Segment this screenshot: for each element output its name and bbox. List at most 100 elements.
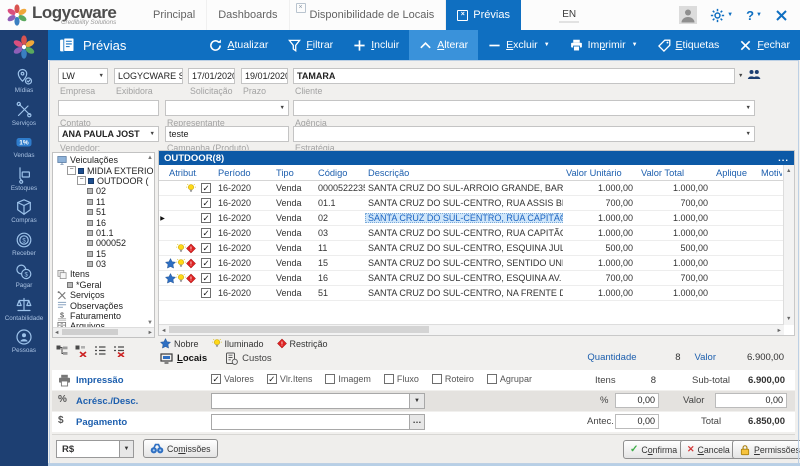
window-close-button[interactable] [775, 9, 788, 22]
column-header[interactable]: Valor Unitário [563, 168, 638, 178]
language-selector[interactable]: EN [559, 8, 579, 23]
tree-expander-icon[interactable]: − [77, 176, 86, 185]
tree-node[interactable]: 16 [55, 217, 154, 227]
column-header[interactable]: Atribut... [166, 168, 197, 178]
tree-node[interactable]: Itens [55, 269, 154, 279]
checkbox[interactable]: ✓ [201, 288, 211, 298]
tree-tool-expand-icon[interactable] [56, 345, 68, 357]
tree-node[interactable]: 51 [55, 207, 154, 217]
checkbox[interactable] [432, 374, 442, 384]
tree-tool-list-icon[interactable] [94, 345, 106, 357]
scroll-left-icon[interactable]: ◄ [54, 329, 59, 337]
tree-node[interactable]: −OUTDOOR ( [55, 176, 154, 186]
cancela-button[interactable]: ✕Cancela [680, 440, 737, 459]
confirma-button[interactable]: ✓Confirma [623, 440, 684, 459]
column-header[interactable]: Valor Total [638, 168, 713, 178]
scroll-right-icon[interactable]: ► [777, 327, 782, 335]
sidebar-item-receber[interactable]: $Receber [5, 231, 44, 257]
toolbar-button-fechar[interactable]: Fechar [729, 30, 800, 60]
toolbar-button-incluir[interactable]: Incluir [343, 30, 409, 60]
currency-select[interactable]: R$ ▼ [56, 440, 134, 458]
column-header[interactable]: Motiv [758, 168, 782, 178]
tree-node[interactable]: Observações [55, 300, 154, 310]
detail-tab-custos[interactable]: Custos [225, 352, 272, 365]
toolbar-button-filtrar[interactable]: Filtrar [278, 30, 343, 60]
checkbox[interactable] [325, 374, 335, 384]
cell-descricao[interactable]: SANTA CRUZ DO SUL-CENTRO, ESQUINA AV. JO… [365, 273, 563, 283]
checkbox[interactable]: ✓ [201, 273, 211, 283]
chevron-down-icon[interactable]: ▼ [409, 394, 424, 408]
window-tab-0[interactable]: Principal [142, 0, 207, 30]
ellipsis-button[interactable]: … [409, 415, 424, 429]
sidebar-item-contabilidade[interactable]: Contabilidade [5, 296, 44, 322]
scroll-right-icon[interactable]: ► [148, 329, 153, 337]
checkbox[interactable]: ✓ [201, 213, 211, 223]
pagamento-input[interactable]: … [211, 414, 425, 430]
sidebar-item-vendas[interactable]: 1%Vendas [5, 133, 44, 159]
table-row[interactable]: !✓16-2020Venda16SANTA CRUZ DO SUL-CENTRO… [159, 271, 794, 286]
tree-node[interactable]: Veiculações [55, 155, 154, 165]
print-option-roteiro[interactable]: Roteiro [432, 374, 474, 384]
table-row[interactable]: ✓16-2020Venda01.1SANTA CRUZ DO SUL-CENTR… [159, 196, 794, 211]
prazo-field[interactable]: 19/01/2020 [241, 68, 288, 84]
settings-menu[interactable]: ▼ [710, 8, 733, 23]
print-option-agrupar[interactable]: Agrupar [487, 374, 532, 384]
print-option-fluxo[interactable]: Fluxo [384, 374, 419, 384]
detail-tab-locais[interactable]: Locais [160, 352, 207, 365]
tree-scroll-down-icon[interactable]: ▼ [147, 320, 153, 326]
toolbar-button-excluir[interactable]: Excluir▼ [478, 30, 559, 60]
tree-expander-icon[interactable]: − [67, 166, 76, 175]
scrollbar-thumb[interactable] [62, 329, 118, 335]
scroll-down-icon[interactable]: ▼ [786, 315, 791, 323]
comissoes-button[interactable]: Comissões [143, 439, 218, 458]
tree-node[interactable]: 15 [55, 249, 154, 259]
toolbar-button-imprimir[interactable]: Imprimir▼ [560, 30, 648, 60]
acresc-valor-input[interactable]: 0,00 [715, 393, 787, 408]
campanha-field[interactable]: teste [165, 126, 289, 142]
empresa-field[interactable]: LW▼ [58, 68, 108, 84]
checkbox[interactable]: ✓ [201, 228, 211, 238]
contato-field[interactable] [58, 100, 159, 116]
toolbar-button-atualizar[interactable]: Atualizar [199, 30, 278, 60]
cell-descricao[interactable]: SANTA CRUZ DO SUL-CENTRO, RUA ASSIS BRAS… [365, 198, 563, 208]
tree-tool-expand-cancel-icon[interactable] [75, 345, 87, 357]
cell-descricao[interactable]: SANTA CRUZ DO SUL-CENTRO, RUA CAPITÃO FE… [365, 213, 563, 223]
checkbox[interactable]: ✓ [201, 183, 211, 193]
checkbox[interactable]: ✓ [201, 258, 211, 268]
tree-node[interactable]: Serviços [55, 290, 154, 300]
column-header[interactable]: Aplique [713, 168, 758, 178]
window-tab-3[interactable]: ×Prévias [446, 0, 521, 30]
tree-horizontal-scrollbar[interactable]: ◄ ► [53, 327, 154, 337]
sidebar-item-compras[interactable]: Compras [5, 198, 44, 224]
cliente-lookup-people-icon[interactable] [747, 69, 761, 80]
tree-node[interactable]: $Faturamento [55, 311, 154, 321]
window-tab-2[interactable]: ×Disponibilidade de Locais [290, 0, 447, 30]
print-option-valores[interactable]: ✓Valores [211, 374, 254, 384]
table-row[interactable]: ▶✓16-2020Venda02SANTA CRUZ DO SUL-CENTRO… [159, 211, 794, 226]
table-row[interactable]: !✓16-2020Venda11SANTA CRUZ DO SUL-CENTRO… [159, 241, 794, 256]
table-horizontal-scrollbar[interactable]: ◄ ► [159, 324, 784, 335]
tree-node[interactable]: 02 [55, 186, 154, 196]
column-header[interactable]: Código [315, 168, 365, 178]
column-header[interactable]: Tipo [273, 168, 315, 178]
tree-node[interactable]: 11 [55, 197, 154, 207]
checkbox[interactable] [487, 374, 497, 384]
solicitacao-field[interactable]: 17/01/2020 [188, 68, 235, 84]
exibidora-field[interactable]: LOGYCWARE SISTI▼ [114, 68, 183, 84]
sidebar-item-pessoas[interactable]: Pessoas [5, 328, 44, 354]
table-row[interactable]: ✓16-2020Venda51SANTA CRUZ DO SUL-CENTRO,… [159, 286, 794, 301]
table-row[interactable]: ✓16-2020Venda0000522235SANTA CRUZ DO SUL… [159, 181, 794, 196]
permissoes-button[interactable]: Permissões [732, 440, 800, 459]
scrollbar-thumb[interactable] [169, 326, 429, 333]
checkbox[interactable] [384, 374, 394, 384]
checkbox[interactable]: ✓ [211, 374, 221, 384]
cell-descricao[interactable]: SANTA CRUZ DO SUL-CENTRO, SENTIDO UNISC-… [365, 258, 563, 268]
tree-node[interactable]: 000052 [55, 238, 154, 248]
table-row[interactable]: ✓16-2020Venda03SANTA CRUZ DO SUL-CENTRO,… [159, 226, 794, 241]
sidebar-item-serviços[interactable]: Serviços [5, 101, 44, 127]
tab-close-icon[interactable]: × [296, 3, 306, 13]
checkbox[interactable]: ✓ [201, 198, 211, 208]
toolbar-button-alterar[interactable]: Alterar [409, 30, 478, 60]
representante-field[interactable]: ▼ [165, 100, 289, 116]
tree-node[interactable]: 03 [55, 259, 154, 269]
